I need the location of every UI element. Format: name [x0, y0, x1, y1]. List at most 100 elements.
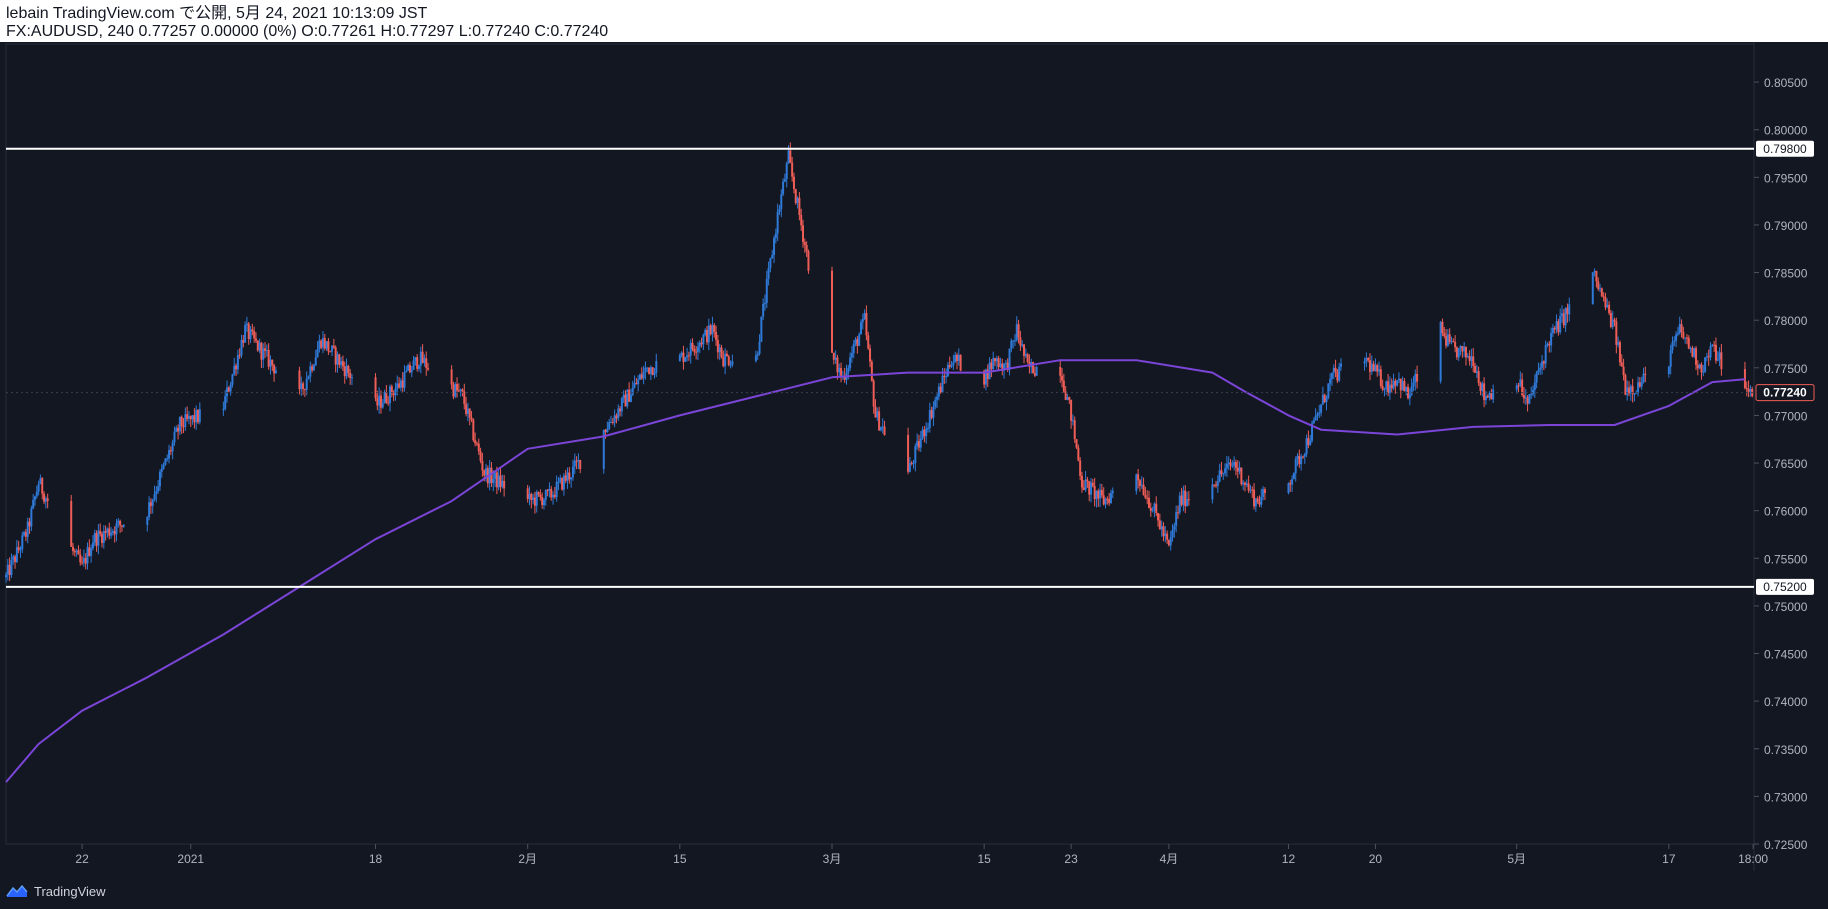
- candle-body: [1550, 333, 1553, 346]
- candle: [399, 378, 402, 392]
- candle-body: [1676, 333, 1679, 335]
- candle: [1175, 505, 1178, 533]
- candle-body: [499, 475, 502, 487]
- candle-body: [794, 189, 797, 204]
- candle-body: [1450, 341, 1453, 343]
- candle-body: [225, 387, 228, 397]
- candle: [571, 459, 574, 481]
- candle: [1624, 373, 1627, 396]
- candle-body: [8, 564, 11, 576]
- candle: [1617, 336, 1620, 348]
- candle-body: [760, 316, 763, 342]
- candle: [1097, 488, 1100, 508]
- candle: [186, 406, 189, 422]
- candle: [463, 383, 466, 410]
- candle-body: [350, 377, 353, 379]
- candle: [1227, 456, 1230, 470]
- candle-body: [240, 340, 243, 356]
- candle: [832, 352, 835, 365]
- candle-body: [568, 472, 571, 480]
- candle: [1245, 479, 1248, 488]
- candle-body: [1470, 356, 1473, 361]
- candle: [32, 493, 35, 510]
- candle-body: [405, 370, 408, 373]
- candle: [919, 431, 922, 452]
- candle-body: [427, 367, 430, 370]
- candle: [1070, 399, 1073, 429]
- candle-body: [28, 521, 31, 527]
- candle-body: [678, 355, 681, 362]
- time-axis[interactable]: 22 2021 18 2月 15 3月 15 23 4月 12 20 5月 17 18:00: [75, 844, 1768, 866]
- candle-body: [1704, 357, 1707, 372]
- candle-body: [640, 374, 643, 379]
- candle-body: [1095, 490, 1098, 500]
- candle-body: [26, 521, 29, 537]
- candle-body: [769, 258, 772, 268]
- candle: [1298, 449, 1301, 468]
- candle-body: [852, 343, 855, 354]
- candle: [229, 381, 232, 396]
- candle-body: [186, 414, 189, 419]
- candle-body: [1374, 365, 1377, 372]
- candle: [1745, 381, 1748, 397]
- candle: [1240, 467, 1243, 486]
- candle: [1316, 411, 1319, 421]
- candle: [798, 192, 801, 221]
- candle: [1242, 480, 1245, 491]
- candle: [611, 417, 614, 425]
- candle-body: [1439, 321, 1442, 382]
- tradingview-brand[interactable]: TradingView: [6, 881, 106, 901]
- y-tick-label: 0.80000: [1764, 124, 1808, 138]
- candle-body: [37, 484, 40, 492]
- y-tick-label: 0.78500: [1764, 267, 1808, 281]
- candle-body: [571, 466, 574, 478]
- candle: [187, 410, 190, 425]
- candle-body: [235, 365, 238, 370]
- candle-body: [948, 364, 951, 367]
- candle-body: [552, 494, 555, 498]
- candle: [1678, 316, 1681, 335]
- candle-body: [943, 375, 946, 377]
- candle: [879, 426, 882, 432]
- levels-layer[interactable]: 0.79800 0.75200 0.77240: [6, 140, 1815, 595]
- candle-body: [461, 389, 464, 392]
- candle: [1099, 483, 1102, 507]
- candle: [180, 415, 183, 434]
- candle: [1093, 477, 1096, 507]
- candle-body: [1624, 375, 1627, 395]
- candle-body: [1745, 388, 1748, 390]
- candle-body: [637, 379, 640, 385]
- candle-body: [541, 496, 544, 506]
- candle: [1309, 434, 1312, 446]
- candle-body: [1401, 381, 1404, 391]
- price-chart[interactable]: 0.79800 0.75200 0.77240 0.80500 0.80000 0.79…: [0, 42, 1828, 871]
- candle-body: [77, 550, 80, 555]
- candle-body: [307, 376, 310, 379]
- candle-body: [374, 377, 377, 398]
- candle: [1439, 320, 1442, 384]
- candle-body: [716, 340, 719, 353]
- candle-body: [1099, 489, 1102, 499]
- candle: [1490, 388, 1493, 400]
- candle-body: [1061, 375, 1064, 381]
- candle-body: [1176, 512, 1179, 514]
- candle-body: [1160, 526, 1163, 530]
- candle-body: [1604, 297, 1607, 308]
- candle-body: [1396, 380, 1399, 386]
- candle: [936, 393, 939, 409]
- candle: [325, 341, 328, 351]
- candle-body: [1381, 386, 1384, 390]
- candle: [765, 270, 768, 309]
- price-axis[interactable]: 0.80500 0.80000 0.79500 0.79000 0.78500 0.780…: [1754, 76, 1808, 852]
- candle-body: [231, 374, 234, 385]
- candle-body: [1262, 489, 1265, 497]
- candle-body: [870, 361, 873, 381]
- candle: [872, 378, 875, 414]
- candle-body: [1309, 440, 1312, 445]
- candle-body: [43, 493, 46, 502]
- candle: [1682, 326, 1685, 340]
- candle-body: [1023, 344, 1026, 356]
- candle: [88, 539, 91, 557]
- candle-body: [1464, 346, 1467, 358]
- candle: [1095, 490, 1098, 508]
